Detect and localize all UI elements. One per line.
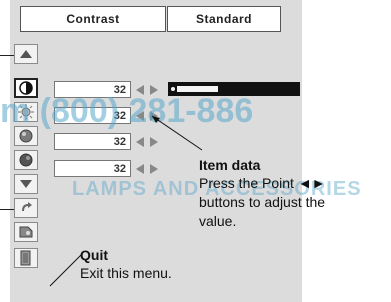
left-arrow-icon[interactable] — [136, 84, 144, 95]
reset-icon[interactable] — [14, 198, 38, 218]
right-arrow-icon[interactable] — [150, 163, 158, 174]
color-icon[interactable] — [14, 126, 38, 146]
store-icon[interactable] — [14, 222, 38, 242]
adjust-arrows[interactable] — [136, 160, 158, 177]
level-slider[interactable] — [168, 82, 300, 96]
quit-text: Exit this menu. — [80, 265, 172, 281]
slider-fill — [177, 86, 218, 92]
menu-item-value: Standard — [167, 6, 281, 32]
value-box: 32 — [54, 160, 131, 177]
item-data-pointer — [151, 115, 203, 151]
up-arrow-icon[interactable] — [14, 44, 38, 64]
item-data-line-1: Press the Point ◄► — [199, 175, 326, 191]
brightness-icon[interactable] — [14, 102, 38, 122]
menu-item-label: Contrast — [20, 6, 166, 32]
item-data-title: Item data — [199, 157, 261, 173]
left-arrow-icon[interactable] — [136, 163, 144, 174]
left-arrow-icon[interactable] — [136, 110, 144, 121]
down-arrow-icon[interactable] — [14, 174, 38, 194]
value-box: 32 — [54, 133, 131, 150]
quit-title: Quit — [80, 247, 108, 263]
value-box: 32 — [54, 107, 131, 124]
quit-icon[interactable] — [14, 248, 38, 268]
item-data-line-3: value. — [199, 213, 237, 229]
tint-icon[interactable] — [14, 150, 38, 170]
contrast-value: 32 — [54, 81, 131, 98]
adjust-arrows[interactable] — [136, 81, 158, 98]
left-arrow-icon[interactable] — [136, 136, 144, 147]
right-arrow-icon[interactable] — [150, 84, 158, 95]
item-data-line-2: buttons to adjust the — [199, 194, 326, 210]
contrast-icon[interactable] — [14, 78, 38, 98]
sidebar — [14, 44, 40, 302]
slider-knob[interactable] — [171, 87, 175, 91]
